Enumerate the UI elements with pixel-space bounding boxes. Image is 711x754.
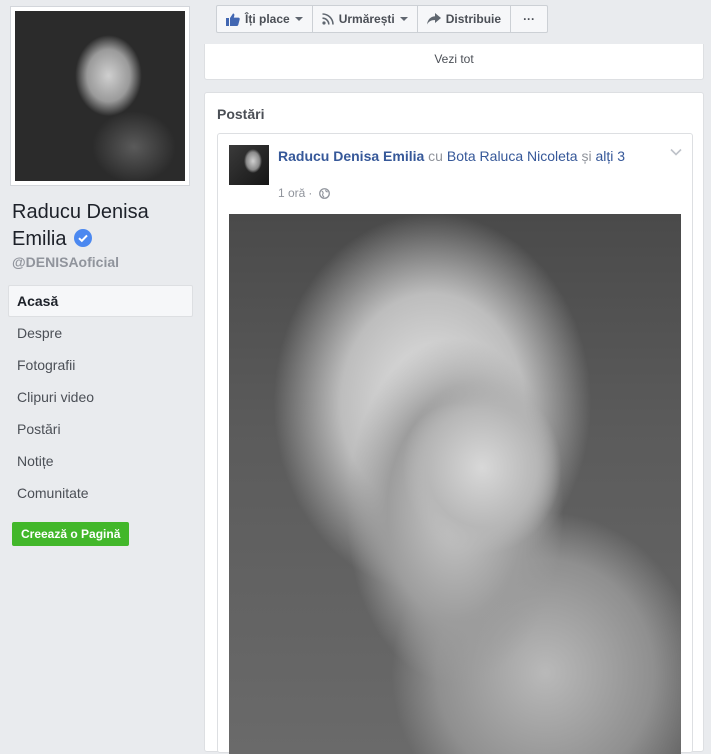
more-options-button[interactable]: ··· (510, 5, 549, 33)
like-button[interactable]: Îți place (216, 5, 313, 33)
post-author-avatar[interactable] (229, 145, 269, 185)
rss-icon (322, 13, 334, 25)
share-button[interactable]: Distribuie (416, 5, 512, 33)
meta-separator: · (308, 186, 313, 200)
like-button-label: Îți place (245, 12, 290, 26)
previous-section-card: Vezi tot (204, 44, 704, 80)
page-name-heading[interactable]: Raducu Denisa Emilia (12, 199, 192, 253)
post-header: Raducu Denisa Emilia cu Bota Raluca Nico… (278, 146, 628, 166)
follow-button-label: Urmărești (338, 12, 395, 26)
post-author-link[interactable]: Raducu Denisa Emilia (278, 148, 424, 164)
chevron-down-icon (399, 17, 408, 21)
nav-item-postari[interactable]: Postări (8, 413, 193, 445)
post-options-chevron-icon[interactable] (670, 148, 682, 156)
nav-item-comunitate[interactable]: Comunitate (8, 477, 193, 509)
share-arrow-icon (426, 13, 441, 25)
post-and-text: și (581, 148, 592, 164)
nav-item-acasa[interactable]: Acasă (8, 285, 193, 317)
nav-item-clipuri-video[interactable]: Clipuri video (8, 381, 193, 413)
share-button-label: Distribuie (445, 12, 502, 26)
post-photo[interactable] (229, 214, 681, 754)
page-nav: Acasă Despre Fotografii Clipuri video Po… (8, 285, 193, 509)
see-all-link[interactable]: Vezi tot (205, 52, 703, 66)
profile-picture[interactable] (15, 11, 185, 181)
post-with-text: cu (428, 148, 443, 164)
chevron-down-icon (294, 17, 303, 21)
nav-item-fotografii[interactable]: Fotografii (8, 349, 193, 381)
post-timestamp[interactable]: 1 oră (278, 186, 305, 200)
posts-section-title: Postări (217, 106, 265, 122)
verified-badge-icon (74, 229, 93, 247)
create-page-button[interactable]: Creează o Pagină (12, 522, 130, 546)
follow-button[interactable]: Urmărești (311, 5, 418, 33)
page-handle[interactable]: @DENISAoficial (12, 254, 119, 270)
post-meta: 1 oră · (278, 186, 331, 200)
profile-picture-frame[interactable] (10, 6, 190, 186)
tagged-person-link[interactable]: Bota Raluca Nicoleta (447, 148, 578, 164)
nav-item-notite[interactable]: Notițe (8, 445, 193, 477)
thumbs-up-icon (226, 13, 240, 26)
tagged-others-link[interactable]: alți 3 (596, 148, 626, 164)
globe-icon[interactable] (319, 187, 331, 199)
post-card: Raducu Denisa Emilia cu Bota Raluca Nico… (217, 133, 693, 754)
posts-section: Postări Raducu Denisa Emilia cu Bota Ral… (204, 92, 704, 754)
page-action-bar: Îți place Urmărești Distribuie ··· (216, 5, 549, 33)
more-options-icon: ··· (523, 12, 536, 26)
nav-item-despre[interactable]: Despre (8, 317, 193, 349)
